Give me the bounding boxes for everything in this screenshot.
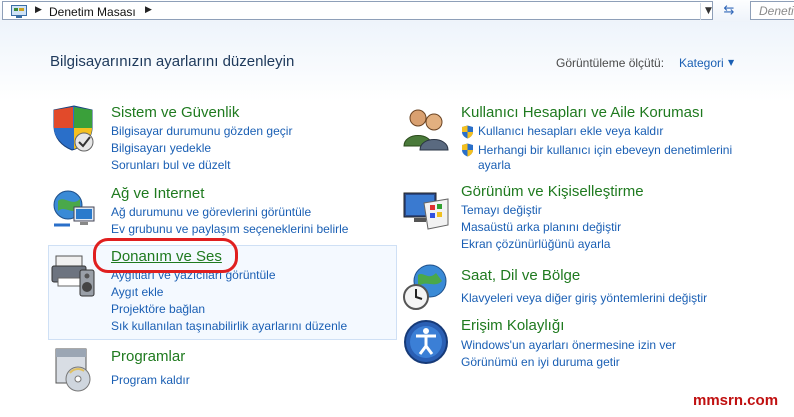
link-change-theme[interactable]: Temayı değiştir bbox=[461, 203, 542, 217]
category-title-user-accounts[interactable]: Kullanıcı Hesapları ve Aile Koruması bbox=[461, 104, 704, 121]
breadcrumb-separator-icon[interactable]: ▶ bbox=[145, 5, 152, 15]
category-title-clock-language-region[interactable]: Saat, Dil ve Bölge bbox=[461, 267, 580, 284]
control-panel-icon bbox=[11, 5, 27, 18]
link-add-device[interactable]: Aygıt ekle bbox=[111, 285, 163, 299]
link-homegroup-sharing[interactable]: Ev grubunu ve paylaşım seçeneklerini bel… bbox=[111, 222, 348, 236]
programs-disc-icon[interactable] bbox=[52, 345, 98, 393]
link-find-fix-problems[interactable]: Sorunları bul ve düzelt bbox=[111, 158, 230, 172]
accessibility-icon[interactable] bbox=[402, 318, 450, 366]
chevron-down-icon[interactable]: ▼ bbox=[700, 3, 716, 20]
search-input[interactable]: Denetim Masası'nda Ara bbox=[750, 1, 794, 20]
link-change-background[interactable]: Masaüstü arka planını değiştir bbox=[461, 220, 621, 234]
users-icon[interactable] bbox=[402, 104, 450, 152]
breadcrumb-control-panel[interactable]: Denetim Masası bbox=[49, 5, 136, 19]
link-backup-computer[interactable]: Bilgisayarı yedekle bbox=[111, 141, 211, 155]
category-title-appearance[interactable]: Görünüm ve Kişiselleştirme bbox=[461, 183, 644, 200]
category-title-programs[interactable]: Programlar bbox=[111, 348, 185, 365]
printer-speaker-icon[interactable] bbox=[50, 250, 98, 298]
link-network-status[interactable]: Ağ durumunu ve görevlerini görüntüle bbox=[111, 205, 311, 219]
uac-shield-icon bbox=[462, 125, 473, 139]
link-connect-projector[interactable]: Projektöre bağlan bbox=[111, 302, 205, 316]
shield-checkmark-icon[interactable] bbox=[50, 104, 98, 152]
link-mobility-settings[interactable]: Sık kullanılan taşınabilirlik ayarlarını… bbox=[111, 319, 347, 333]
category-title-system-security[interactable]: Sistem ve Güvenlik bbox=[111, 104, 239, 121]
category-title-ease-of-access[interactable]: Erişim Kolaylığı bbox=[461, 317, 564, 334]
view-by-dropdown[interactable]: Kategori bbox=[679, 56, 724, 70]
link-adjust-resolution[interactable]: Ekran çözünürlüğünü ayarla bbox=[461, 237, 610, 251]
link-change-keyboards[interactable]: Klavyeleri veya diğer giriş yöntemlerini… bbox=[461, 291, 707, 305]
highlight-ring bbox=[93, 238, 238, 273]
address-bar: ▶ Denetim Masası ▶ ▼ ⇆ Denetim Masası'nd… bbox=[0, 0, 794, 23]
uac-shield-icon bbox=[462, 143, 473, 157]
breadcrumb-separator-icon[interactable]: ▶ bbox=[35, 5, 42, 15]
link-let-windows-suggest[interactable]: Windows'un ayarları önermesine izin ver bbox=[461, 338, 676, 352]
clock-globe-icon[interactable] bbox=[402, 263, 450, 311]
link-parental-controls[interactable]: Herhangi bir kullanıcı için ebeveyn dene… bbox=[478, 143, 732, 157]
link-add-remove-accounts[interactable]: Kullanıcı hesapları ekle veya kaldır bbox=[478, 124, 663, 138]
network-globe-icon[interactable] bbox=[50, 185, 98, 233]
link-parental-controls-cont[interactable]: ayarla bbox=[478, 158, 511, 172]
monitor-palette-icon[interactable] bbox=[402, 185, 450, 233]
link-review-computer-status[interactable]: Bilgisayar durumunu gözden geçir bbox=[111, 124, 292, 138]
address-field[interactable]: ▶ Denetim Masası ▶ ▼ bbox=[2, 1, 713, 20]
view-by-label: Görüntüleme ölçütü: bbox=[556, 56, 665, 70]
refresh-icon[interactable]: ⇆ bbox=[716, 1, 742, 20]
page-title: Bilgisayarınızın ayarlarını düzenleyin bbox=[50, 53, 295, 70]
watermark: mmsrn.com bbox=[693, 392, 779, 409]
category-title-network-internet[interactable]: Ağ ve Internet bbox=[111, 185, 204, 202]
chevron-down-icon[interactable]: ▼ bbox=[728, 58, 734, 67]
link-optimize-display[interactable]: Görünümü en iyi duruma getir bbox=[461, 355, 620, 369]
link-uninstall-program[interactable]: Program kaldır bbox=[111, 373, 190, 387]
